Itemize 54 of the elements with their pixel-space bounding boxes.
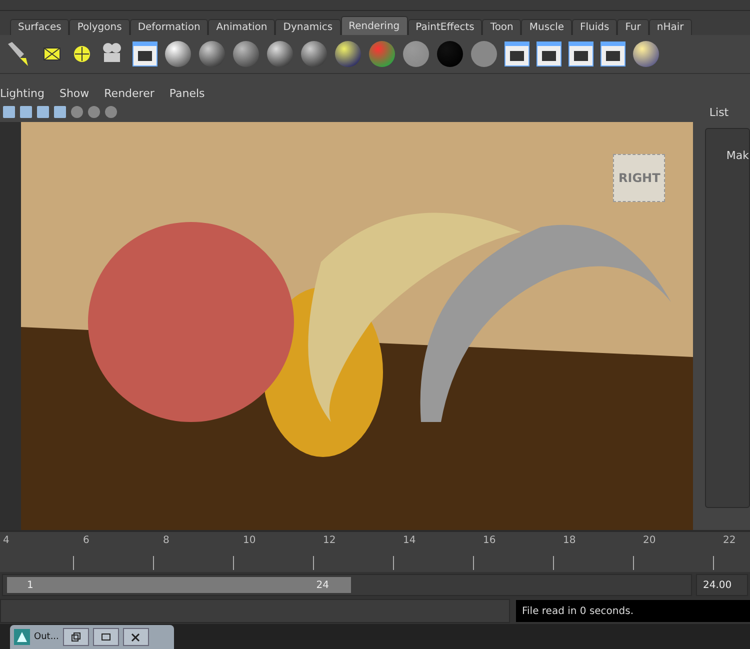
range-start: 1: [27, 580, 34, 590]
shelf-tab[interactable]: Animation: [208, 19, 276, 35]
sphere-icon[interactable]: [266, 40, 294, 68]
close-button[interactable]: [122, 628, 149, 646]
maximize-button[interactable]: [92, 628, 119, 646]
window-icon[interactable]: [132, 41, 158, 67]
point-light-icon[interactable]: [72, 44, 92, 64]
sphere-icon[interactable]: [232, 40, 260, 68]
shelf-tab[interactable]: Muscle: [521, 19, 572, 35]
menu-item[interactable]: Show: [59, 86, 96, 100]
shelf-tab[interactable]: PaintEffects: [408, 19, 482, 35]
shelf-tab[interactable]: Toon: [482, 19, 522, 35]
restore-icon: [70, 632, 81, 642]
menu-item[interactable]: Lighting: [0, 86, 52, 100]
range-bar[interactable]: 1 24: [7, 577, 351, 593]
shelf-tab[interactable]: Fur: [617, 19, 649, 35]
window-title: Out...: [34, 632, 59, 642]
range-end: 24: [316, 580, 329, 590]
frame-label: 10: [243, 535, 256, 546]
range-slider[interactable]: 1 24: [2, 574, 692, 596]
restore-button[interactable]: [62, 628, 89, 646]
shelf-tab[interactable]: nHair: [648, 19, 692, 35]
shelf-tab[interactable]: Dynamics: [275, 19, 341, 35]
sphere-icon[interactable]: [334, 40, 362, 68]
frame-label: 6: [83, 535, 90, 546]
frame-label: 12: [323, 535, 336, 546]
panel-text: Mak: [726, 149, 749, 162]
shelf-tab[interactable]: Fluids: [572, 19, 618, 35]
menu-item[interactable]: Renderer: [104, 86, 162, 100]
frame-label: 14: [403, 535, 416, 546]
menu-item[interactable]: List: [705, 106, 750, 120]
shelf-tab[interactable]: Deformation: [130, 19, 208, 35]
command-field[interactable]: [0, 599, 510, 623]
sphere-icon[interactable]: [402, 40, 430, 68]
shelf-tab[interactable]: Surfaces: [10, 19, 70, 35]
sphere-icon[interactable]: [632, 40, 660, 68]
shelf-tab[interactable]: Rendering: [340, 16, 408, 35]
frame-label: 18: [563, 535, 576, 546]
end-time-field[interactable]: 24.00: [696, 574, 748, 596]
sphere-icon[interactable]: [300, 40, 328, 68]
maximize-icon: [100, 633, 111, 641]
frame-label: 22: [723, 535, 736, 546]
shelf-tab[interactable]: Polygons: [69, 19, 130, 35]
frame-label: 20: [643, 535, 656, 546]
menu-item[interactable]: Panels: [169, 86, 212, 100]
app-icon: [14, 629, 30, 645]
minimized-window[interactable]: Out...: [10, 625, 174, 649]
frame-label: 16: [483, 535, 496, 546]
frame-label: 8: [163, 535, 170, 546]
frame-label: 4: [3, 535, 10, 546]
close-icon: [131, 632, 140, 642]
sphere-icon[interactable]: [164, 40, 192, 68]
timeline-ruler[interactable]: 4 6 8 10 12 14 16 18 20 22: [0, 530, 750, 572]
sphere-icon[interactable]: [198, 40, 226, 68]
